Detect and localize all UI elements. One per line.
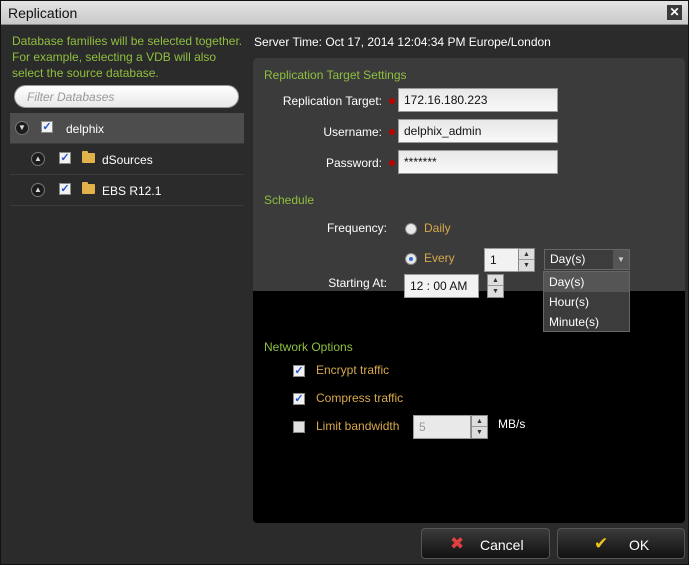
server-time: Server Time: Oct 17, 2014 12:04:34 PM Eu… — [254, 35, 551, 49]
close-button[interactable]: ✕ — [667, 5, 682, 20]
collapse-icon[interactable]: ▼ — [15, 121, 29, 135]
tree-label-delphix: delphix — [66, 122, 105, 136]
tree-checkbox-delphix[interactable]: ✓ — [41, 121, 53, 133]
replication-target-label: Replication Target: — [282, 94, 382, 108]
interval-unit-select[interactable]: Day(s) ▼ — [544, 249, 630, 270]
limit-bandwidth-label[interactable]: Limit bandwidth — [316, 419, 399, 433]
encrypt-traffic-label[interactable]: Encrypt traffic — [316, 363, 389, 377]
required-icon — [389, 98, 395, 104]
tree-label-dsources: dSources — [102, 153, 153, 167]
compress-traffic-checkbox[interactable]: ✓ — [293, 393, 305, 405]
starting-at-label: Starting At: — [328, 276, 387, 290]
interval-unit-value: Day(s) — [550, 252, 586, 266]
decrement-icon[interactable]: ▼ — [488, 286, 503, 297]
daily-radio-label[interactable]: Daily — [424, 221, 451, 235]
limit-bandwidth-checkbox[interactable] — [293, 421, 305, 433]
bandwidth-unit: MB/s — [498, 417, 526, 431]
interval-unit-dropdown: Day(s) Hour(s) Minute(s) — [543, 271, 630, 332]
tree-label-ebs-r12-1: EBS R12.1 — [102, 184, 162, 198]
encrypt-traffic-checkbox[interactable]: ✓ — [293, 365, 305, 377]
compress-traffic-label[interactable]: Compress traffic — [316, 391, 403, 405]
required-icon — [389, 160, 395, 166]
every-count-stepper[interactable]: ▲ ▼ — [518, 248, 535, 272]
increment-icon[interactable]: ▲ — [519, 249, 534, 260]
checkmark-icon: ✔ — [594, 534, 609, 553]
chevron-down-icon: ▼ — [613, 250, 629, 269]
tree-item-dsources[interactable]: ▲ ✓ dSources — [10, 144, 244, 175]
filter-databases-input[interactable] — [14, 85, 239, 108]
decrement-icon[interactable]: ▼ — [519, 260, 534, 271]
tree-checkbox-dsources[interactable]: ✓ — [59, 152, 71, 164]
dialog-title: Replication — [8, 5, 78, 21]
selection-hint: Database families will be selected toget… — [12, 34, 243, 80]
tree-item-ebs-r12-1[interactable]: ▲ ✓ EBS R12.1 — [10, 175, 244, 206]
decrement-icon[interactable]: ▼ — [472, 427, 487, 438]
dropdown-option-hours[interactable]: Hour(s) — [544, 292, 629, 312]
database-tree: ▼ ✓ delphix ▲ ✓ dSources ▲ ✓ EBS R12.1 — [10, 113, 244, 206]
folder-icon — [82, 182, 95, 194]
title-bar: Replication ✕ — [1, 1, 688, 25]
increment-icon[interactable]: ▲ — [488, 275, 503, 286]
folder-icon — [82, 151, 95, 163]
every-count-input[interactable]: 1 — [484, 248, 519, 272]
username-label: Username: — [323, 125, 382, 139]
bandwidth-limit-input[interactable]: 5 — [413, 415, 471, 439]
bandwidth-limit-stepper[interactable]: ▲ ▼ — [471, 415, 488, 439]
dropdown-option-days[interactable]: Day(s) — [544, 272, 629, 292]
cancel-button[interactable]: ✖ Cancel — [421, 528, 550, 559]
start-time-stepper[interactable]: ▲ ▼ — [487, 274, 504, 298]
tree-item-delphix[interactable]: ▼ ✓ delphix — [10, 113, 244, 144]
every-radio[interactable] — [405, 253, 417, 265]
password-input[interactable]: ******* — [398, 150, 558, 174]
cancel-x-icon: ✖ — [450, 534, 465, 553]
ok-button[interactable]: ✔ OK — [557, 528, 685, 559]
password-label: Password: — [325, 156, 382, 170]
daily-radio[interactable] — [405, 223, 417, 235]
expand-icon[interactable]: ▲ — [31, 183, 45, 197]
ok-button-label: OK — [629, 537, 650, 553]
required-icon — [389, 129, 395, 135]
target-settings-heading: Replication Target Settings — [264, 68, 407, 82]
network-options-heading: Network Options — [264, 340, 353, 354]
username-input[interactable]: delphix_admin — [398, 119, 558, 143]
schedule-heading: Schedule — [264, 193, 315, 207]
replication-dialog: Replication ✕ Database families will be … — [0, 0, 689, 565]
increment-icon[interactable]: ▲ — [472, 416, 487, 427]
expand-icon[interactable]: ▲ — [31, 152, 45, 166]
dropdown-option-minutes[interactable]: Minute(s) — [544, 312, 629, 332]
cancel-button-label: Cancel — [480, 537, 524, 553]
start-time-input[interactable]: 12 : 00 AM — [404, 274, 479, 298]
tree-checkbox-ebs-r12-1[interactable]: ✓ — [59, 183, 71, 195]
frequency-label: Frequency: — [326, 221, 387, 235]
replication-target-input[interactable]: 172.16.180.223 — [398, 88, 558, 112]
every-radio-label[interactable]: Every — [424, 251, 455, 265]
close-icon: ✕ — [669, 5, 680, 19]
